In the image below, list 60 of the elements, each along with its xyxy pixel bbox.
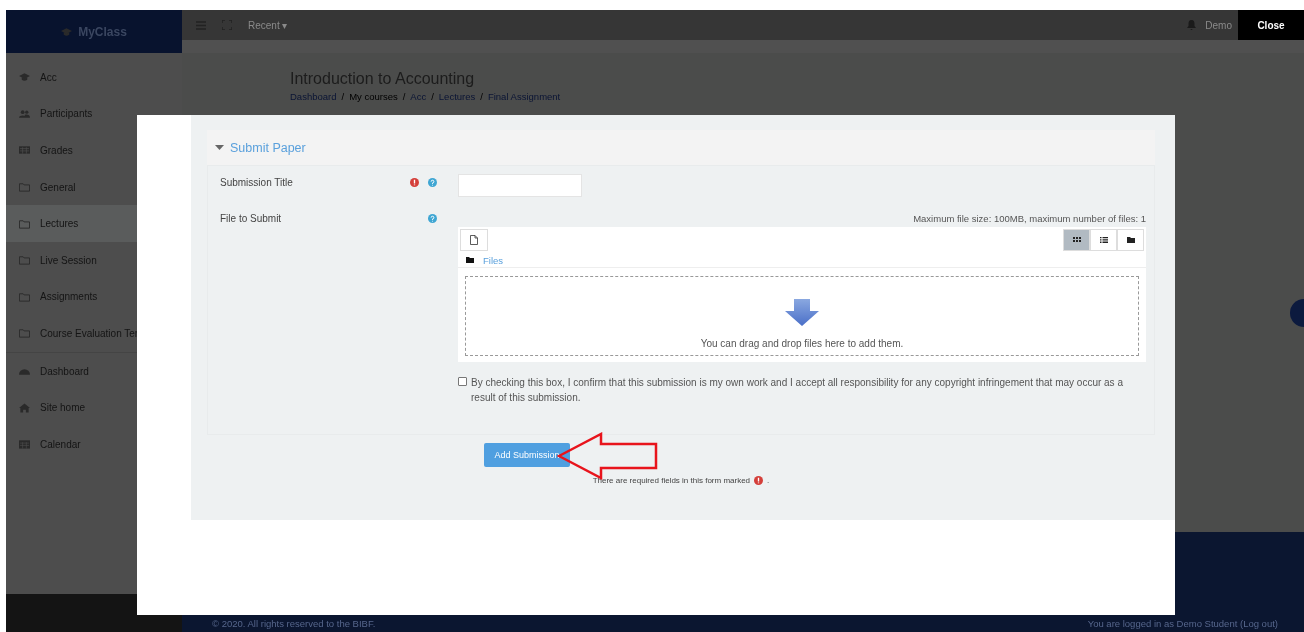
drop-hint: You can drag and drop files here to add them. bbox=[700, 338, 904, 349]
folder-link[interactable]: Files bbox=[483, 254, 504, 266]
view-button[interactable] bbox=[1117, 229, 1144, 251]
confirm-text: By checking this box, I confirm that this submission is my own work and I accept all responsibility for any copyright infringement that may occur as a result of this submission. bbox=[471, 376, 1124, 405]
field-label: File to Submit bbox=[220, 212, 283, 226]
folder-icon bbox=[19, 291, 30, 302]
required-icon bbox=[410, 178, 419, 187]
folder-icon bbox=[19, 328, 30, 339]
breadcrumb-separator: / bbox=[341, 91, 345, 102]
sidebar-item[interactable]: Participants bbox=[6, 95, 182, 133]
down-arrow-icon bbox=[785, 299, 819, 326]
sidebar-item[interactable]: Acc bbox=[6, 59, 182, 96]
breadcrumb-separator: / bbox=[402, 91, 406, 102]
breadcrumb-link[interactable]: Dashboard bbox=[290, 91, 337, 102]
sidebar-item[interactable]: Grades bbox=[6, 132, 182, 169]
breadcrumb-link[interactable]: Lectures bbox=[438, 91, 476, 102]
copyright-text: © 2020. All rights reserved to the BIBF. bbox=[212, 618, 376, 629]
breadcrumb-item: My courses bbox=[349, 91, 398, 102]
table-icon bbox=[19, 145, 30, 156]
home-icon bbox=[19, 402, 30, 413]
field-label: Submission Title bbox=[220, 176, 294, 190]
login-info: You are logged in as Demo Student (Log out) bbox=[1087, 618, 1278, 629]
folder-icon bbox=[19, 218, 30, 229]
add-submission-button[interactable]: Add Submission bbox=[484, 443, 570, 467]
breadcrumb-separator: / bbox=[431, 91, 434, 102]
add-file-button[interactable] bbox=[460, 229, 488, 251]
close-button[interactable]: Close bbox=[1238, 10, 1304, 40]
user-menu[interactable]: Demo bbox=[1205, 19, 1232, 31]
folder-icon bbox=[466, 257, 474, 263]
recent-menu[interactable]: Recent ▾ bbox=[248, 19, 288, 31]
title-input[interactable] bbox=[458, 174, 582, 197]
confirm-checkbox[interactable] bbox=[458, 377, 467, 386]
breadcrumb-link[interactable]: Final Assignment bbox=[487, 91, 561, 102]
view-button[interactable] bbox=[1063, 229, 1090, 251]
section-header[interactable]: Submit Paper bbox=[207, 130, 1155, 165]
gauge-icon bbox=[19, 366, 30, 377]
list-icon bbox=[1099, 237, 1108, 243]
sidebar-item[interactable]: Dashboard bbox=[6, 352, 182, 390]
view-button[interactable] bbox=[1090, 229, 1117, 251]
help-icon[interactable] bbox=[428, 214, 437, 223]
folder-icon bbox=[1126, 237, 1135, 243]
file-limits-text: Maximum file size: 100MB, maximum number of files: 1 bbox=[912, 212, 1146, 224]
folder-icon bbox=[19, 182, 30, 193]
graduation-cap-icon bbox=[61, 26, 73, 37]
calendar-icon bbox=[19, 439, 30, 450]
required-icon bbox=[754, 476, 764, 485]
caret-icon bbox=[215, 145, 224, 150]
required-note: There are required fields in this form marked bbox=[592, 476, 751, 485]
breadcrumb-separator: / bbox=[480, 91, 483, 102]
folder-icon bbox=[19, 255, 30, 266]
file-icon bbox=[470, 235, 478, 245]
sidebar-item[interactable]: Assignments bbox=[6, 278, 182, 316]
help-icon[interactable] bbox=[428, 178, 437, 187]
sidebar-item[interactable]: General bbox=[6, 168, 182, 206]
grid-icon bbox=[1072, 237, 1081, 243]
users-icon bbox=[19, 108, 30, 119]
required-note-end: . bbox=[767, 476, 770, 485]
drop-zone[interactable]: You can drag and drop files here to add them. bbox=[465, 276, 1139, 356]
graduation-cap-icon bbox=[19, 72, 30, 83]
bell-icon[interactable] bbox=[1187, 20, 1197, 30]
